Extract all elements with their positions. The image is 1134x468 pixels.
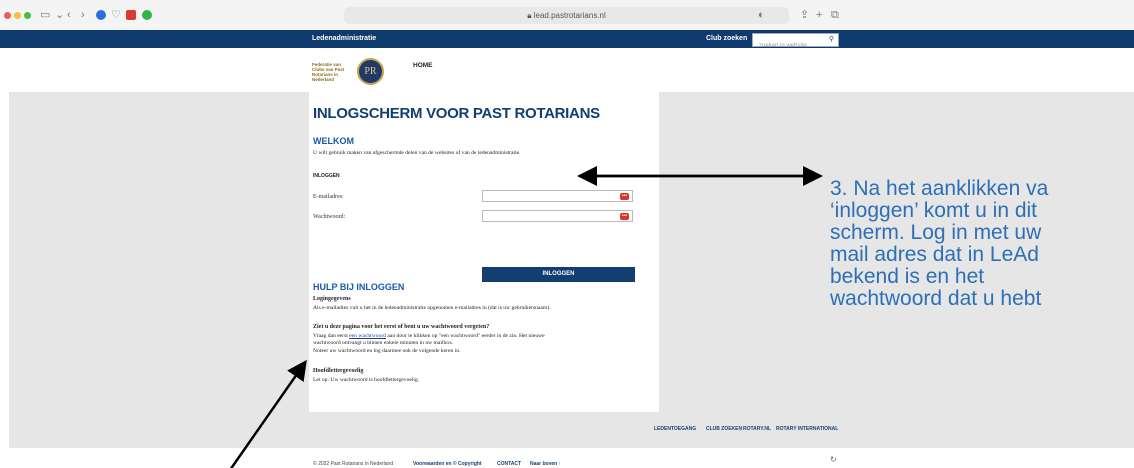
annotation-line: ‘inloggen’ komt u in dit (830, 199, 1038, 222)
annotation-line: 3. Na het aanklikken va (830, 178, 1049, 200)
annotation-line: wachtwoord dat u hebt (830, 287, 1042, 310)
pointer-arrow (229, 359, 307, 468)
annotation-text: 3. Na het aanklikken va ‘inloggen’ komt … (830, 178, 1134, 310)
annotation-line: mail adres dat in LeAd (830, 243, 1039, 266)
annotation-line: bekend is en het (830, 265, 985, 288)
annotation-line: scherm. Log in met uw (830, 221, 1042, 244)
